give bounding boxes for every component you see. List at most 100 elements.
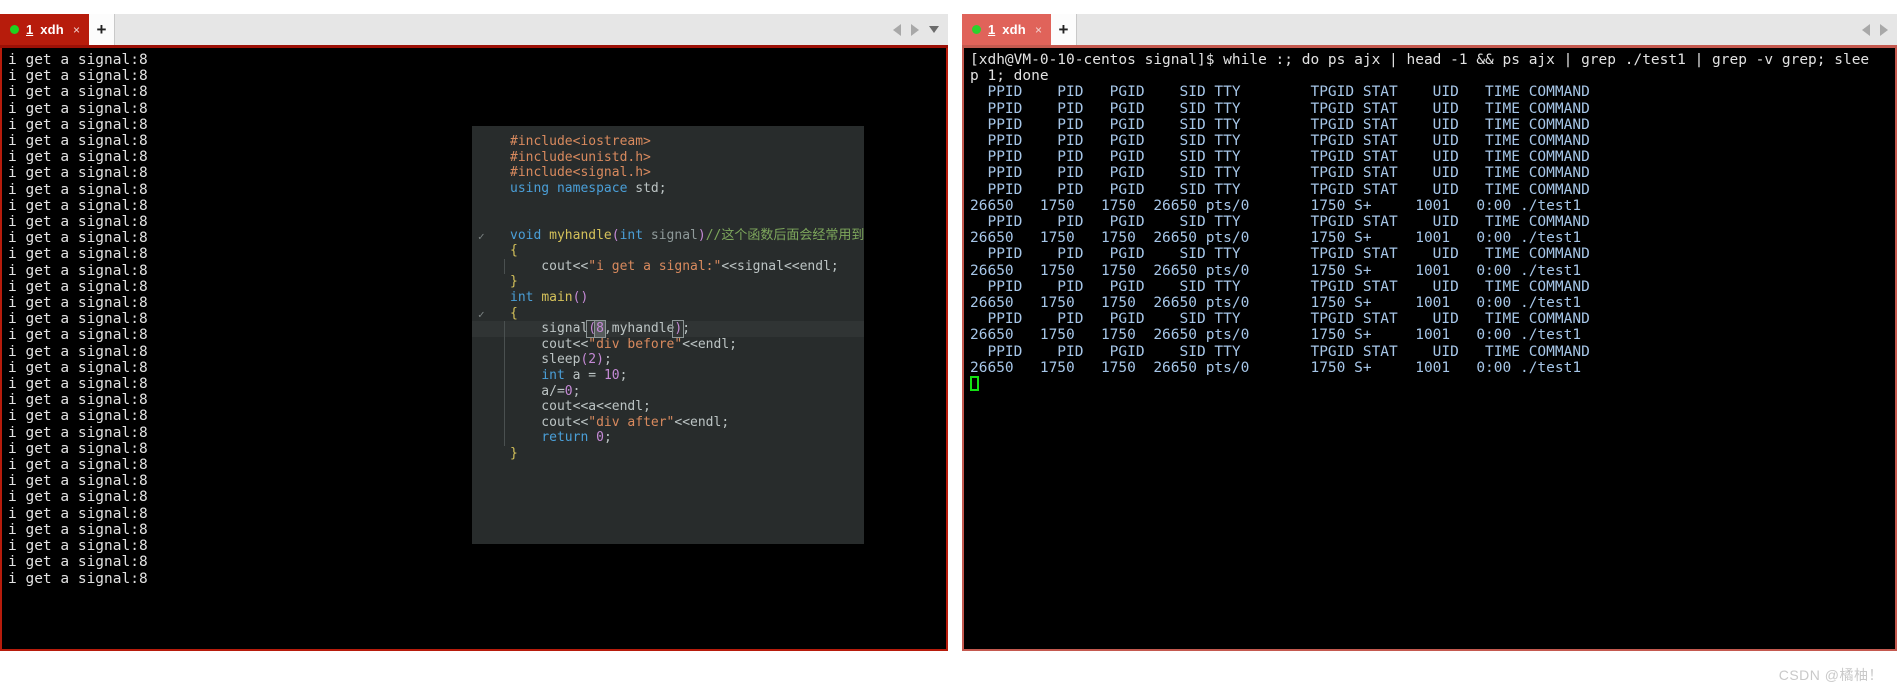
screen-root: 1 xdh × + i get a signal:8 i get a signal… <box>0 0 1897 697</box>
code-token: ; <box>682 321 691 337</box>
ps-process-row: 26650 1750 1750 26650 pts/0 1750 S+ 1001… <box>970 359 1582 376</box>
ps-header-row: PPID PID PGID SID TTY TPGID STAT UID TIM… <box>970 246 1590 263</box>
green-status-dot <box>972 25 981 34</box>
fold-marker-icon[interactable]: ✓ <box>478 229 485 245</box>
code-token: int <box>541 367 565 383</box>
code-token: "div after" <box>588 414 675 430</box>
code-token: ,myhandle <box>603 321 675 337</box>
code-token: using <box>510 180 550 196</box>
code-token: ; <box>603 430 612 446</box>
scroll-left-icon[interactable] <box>1862 23 1870 36</box>
tabbar-right: 1 xdh × + <box>962 14 1897 48</box>
code-token: a/= <box>510 383 565 399</box>
code-token: 0 <box>564 383 573 399</box>
code-line[interactable]: using namespace std; <box>472 181 864 197</box>
indent-guide <box>504 352 505 368</box>
code-editor-panel[interactable]: #include<iostream> #include<unistd.h> #inc… <box>472 126 864 544</box>
code-line[interactable]: cout<<"i get a signal:"<<signal<<endl; <box>472 258 864 275</box>
tabbar-filler <box>114 14 889 45</box>
code-line[interactable]: sleep(2); <box>472 352 864 368</box>
code-line[interactable]: a/=0; <box>472 383 864 400</box>
code-token: "div before" <box>588 336 683 352</box>
indent-guide <box>504 430 505 446</box>
indent-guide <box>504 336 505 353</box>
code-token: ) <box>596 352 604 368</box>
code-token: myhandle <box>549 227 612 243</box>
indent-guide <box>504 399 505 415</box>
code-line[interactable]: ✓ void myhandle(int signal)//这个函数后面会经常用到 <box>472 228 864 244</box>
indent-guide <box>504 414 505 431</box>
ps-header-row: PPID PID PGID SID TTY TPGID STAT UID TIM… <box>970 343 1590 360</box>
terminal-output-right[interactable]: [xdh@VM-0-10-centos signal]$ while :; do… <box>962 48 1897 651</box>
scroll-right-icon[interactable] <box>1880 23 1888 36</box>
code-token: #include<unistd.h> <box>510 149 651 165</box>
code-line[interactable]: } <box>472 446 864 462</box>
code-token: std; <box>627 180 667 196</box>
new-tab-button[interactable]: + <box>1050 14 1077 45</box>
code-token: return <box>541 430 589 446</box>
code-token: ) <box>697 227 706 243</box>
code-token: #include<signal.h> <box>510 165 651 181</box>
code-token: "i get a signal:" <box>588 258 722 274</box>
ps-header-row: PPID PID PGID SID TTY TPGID STAT UID TIM… <box>970 149 1590 166</box>
terminal-line: i get a signal:8 <box>8 52 148 68</box>
ps-process-row: 26650 1750 1750 26650 pts/0 1750 S+ 1001… <box>970 327 1582 344</box>
code-token: { <box>510 305 518 321</box>
code-line[interactable]: return 0; <box>472 430 864 446</box>
code-line[interactable] <box>472 212 864 228</box>
ps-header-row: PPID PID PGID SID TTY TPGID STAT UID TIM… <box>970 311 1590 328</box>
code-line[interactable]: int main() <box>472 290 864 306</box>
terminal-line: i get a signal:8 <box>8 554 148 571</box>
close-icon[interactable]: × <box>73 24 80 36</box>
ps-header-row: PPID PID PGID SID TTY TPGID STAT UID TIM… <box>970 100 1590 117</box>
code-line[interactable]: int a = 10; <box>472 367 864 384</box>
code-token: 2 <box>588 352 597 368</box>
code-token: 0 <box>596 430 604 446</box>
code-line[interactable]: #include<iostream> <box>472 134 864 150</box>
shell-prompt-line: [xdh@VM-0-10-centos signal]$ while :; do… <box>970 52 1870 68</box>
code-line[interactable]: { <box>472 243 864 259</box>
code-token: ; <box>619 367 628 383</box>
fold-marker-icon[interactable]: ✓ <box>478 307 485 323</box>
ps-header-row: PPID PID PGID SID TTY TPGID STAT UID TIM… <box>970 165 1590 182</box>
cursor-block-icon <box>970 376 979 392</box>
csdn-watermark: CSDN @橘柚！ <box>1778 667 1883 683</box>
tab-right-xdh[interactable]: 1 xdh × <box>962 14 1051 45</box>
close-icon[interactable]: × <box>1035 24 1042 36</box>
terminal-cursor <box>970 376 1895 392</box>
ps-header-row: PPID PID PGID SID TTY TPGID STAT UID TIM… <box>970 214 1590 231</box>
code-token: cout<< <box>510 414 589 430</box>
code-line[interactable]: ✓{ <box>472 306 864 322</box>
green-status-dot <box>10 25 19 34</box>
code-token: void <box>510 227 542 243</box>
code-token: ; <box>572 383 581 399</box>
scroll-left-icon[interactable] <box>893 23 901 36</box>
code-line[interactable]: cout<<"div before"<<endl; <box>472 336 864 353</box>
tab-title: xdh <box>1002 22 1026 37</box>
indent-guide <box>504 367 505 384</box>
code-line[interactable]: #include<signal.h> <box>472 165 864 181</box>
terminal-line: i get a signal:8 <box>8 84 148 101</box>
code-line[interactable]: } <box>472 274 864 290</box>
ps-process-row: 26650 1750 1750 26650 pts/0 1750 S+ 1001… <box>970 230 1582 247</box>
scroll-right-icon[interactable] <box>911 23 919 36</box>
ps-header-row: PPID PID PGID SID TTY TPGID STAT UID TIM… <box>970 116 1590 133</box>
code-token: cout<<a<<endl; <box>510 399 651 415</box>
code-line[interactable]: #include<unistd.h> <box>472 150 864 166</box>
terminal-line: i get a signal:8 <box>8 570 148 587</box>
code-token: #include<iostream> <box>510 134 651 149</box>
code-line[interactable]: cout<<"div after"<<endl; <box>472 414 864 431</box>
chevron-down-icon[interactable] <box>929 26 939 33</box>
code-line[interactable] <box>472 196 864 212</box>
tab-left-xdh[interactable]: 1 xdh × <box>0 14 89 45</box>
code-token: int <box>619 227 644 243</box>
code-line[interactable]: cout<<a<<endl; <box>472 399 864 415</box>
code-line[interactable]: signal(8,myhandle); <box>472 320 864 338</box>
terminal-line: i get a signal:8 <box>8 68 148 85</box>
indent-guide <box>504 321 505 337</box>
new-tab-button[interactable]: + <box>88 14 115 45</box>
